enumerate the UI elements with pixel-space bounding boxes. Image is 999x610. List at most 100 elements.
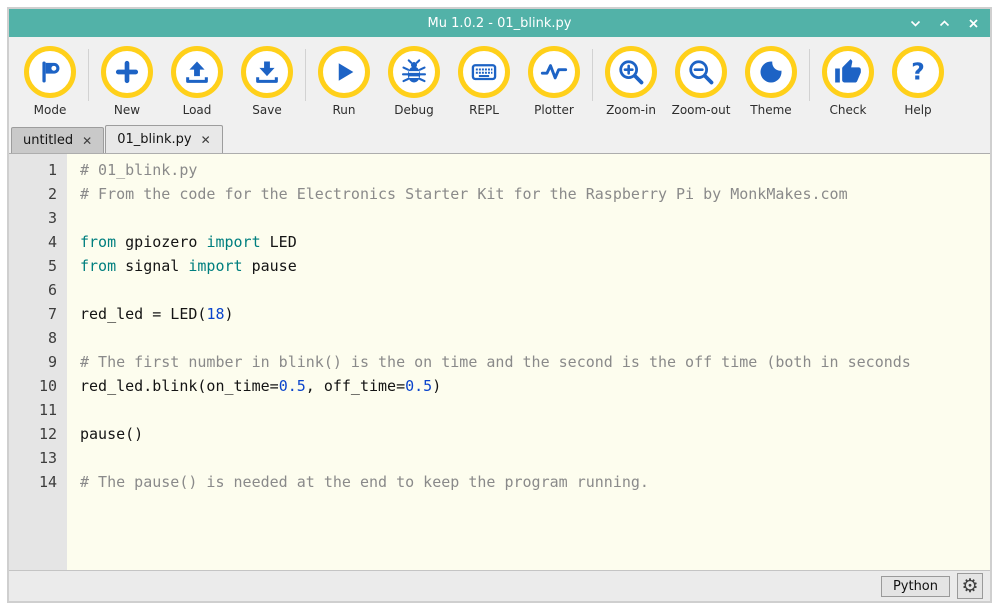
code-line[interactable]: red_led = LED(18) (80, 302, 990, 326)
token-code: , off_time= (306, 377, 405, 395)
keyboard-icon (458, 46, 510, 98)
close-icon (967, 17, 980, 30)
mode-button[interactable]: Mode (15, 46, 85, 117)
token-comment: # The first number in blink() is the on … (80, 353, 911, 371)
token-code: ) (432, 377, 441, 395)
token-number: 0.5 (279, 377, 306, 395)
question-icon: ? (892, 46, 944, 98)
svg-text:?: ? (911, 58, 925, 86)
code-line[interactable] (80, 398, 990, 422)
token-code: pause (243, 257, 297, 275)
token-keyword: from (80, 233, 116, 251)
toolbar-button-label: Mode (34, 103, 67, 117)
code-line[interactable]: pause() (80, 422, 990, 446)
toolbar: Mode New Load Save Run (9, 37, 990, 123)
tab-untitled[interactable]: untitled ✕ (11, 127, 104, 153)
line-number: 13 (9, 446, 57, 470)
code-line[interactable]: # From the code for the Electronics Star… (80, 182, 990, 206)
toolbar-separator (809, 49, 810, 101)
toolbar-button-label: Debug (394, 103, 433, 117)
window-controls (909, 9, 980, 37)
play-icon (318, 46, 370, 98)
toolbar-separator (305, 49, 306, 101)
tab-close-icon[interactable]: ✕ (82, 134, 92, 148)
settings-button[interactable]: ⚙ (957, 573, 983, 599)
toolbar-button-label: Plotter (534, 103, 574, 117)
toolbar-button-label: Save (252, 103, 281, 117)
toolbar-button-label: Theme (750, 103, 791, 117)
tab-close-icon[interactable]: ✕ (201, 133, 211, 147)
maximize-button[interactable] (938, 17, 951, 30)
line-number: 2 (9, 182, 57, 206)
gutter: 1234567891011121314 (9, 154, 67, 570)
token-comment: # From the code for the Electronics Star… (80, 185, 848, 203)
token-comment: # The pause() is needed at the end to ke… (80, 473, 649, 491)
token-comment: # 01_blink.py (80, 161, 197, 179)
zoom-in-icon (605, 46, 657, 98)
token-number: 0.5 (405, 377, 432, 395)
token-keyword: import (188, 257, 242, 275)
code-line[interactable]: from signal import pause (80, 254, 990, 278)
code-line[interactable]: from gpiozero import LED (80, 230, 990, 254)
token-keyword: import (206, 233, 260, 251)
theme-button[interactable]: Theme (736, 46, 806, 117)
code-line[interactable] (80, 278, 990, 302)
code-area[interactable]: # 01_blink.py # From the code for the Ele… (67, 154, 990, 570)
repl-button[interactable]: REPL (449, 46, 519, 117)
token-code: pause() (80, 425, 143, 443)
new-button[interactable]: New (92, 46, 162, 117)
token-code: gpiozero (116, 233, 206, 251)
code-line[interactable]: # 01_blink.py (80, 158, 990, 182)
load-button[interactable]: Load (162, 46, 232, 117)
code-line[interactable]: # The first number in blink() is the on … (80, 350, 990, 374)
moon-icon (745, 46, 797, 98)
debug-button[interactable]: Debug (379, 46, 449, 117)
tab-01-blink-py[interactable]: 01_blink.py ✕ (105, 125, 222, 153)
zoom-out-button[interactable]: Zoom-out (666, 46, 736, 117)
token-code: LED (261, 233, 297, 251)
plotter-button[interactable]: Plotter (519, 46, 589, 117)
toolbar-separator (592, 49, 593, 101)
tab-label: 01_blink.py (117, 132, 191, 147)
line-number: 6 (9, 278, 57, 302)
line-number: 5 (9, 254, 57, 278)
line-number: 12 (9, 422, 57, 446)
run-button[interactable]: Run (309, 46, 379, 117)
save-button[interactable]: Save (232, 46, 302, 117)
code-line[interactable]: # The pause() is needed at the end to ke… (80, 470, 990, 494)
toolbar-button-label: Zoom-in (606, 103, 656, 117)
line-number: 11 (9, 398, 57, 422)
title-bar[interactable]: Mu 1.0.2 - 01_blink.py (9, 9, 990, 37)
token-code: red_led.blink(on_time= (80, 377, 279, 395)
chevron-up-icon (938, 17, 951, 30)
chevron-down-icon (909, 17, 922, 30)
line-number: 4 (9, 230, 57, 254)
waveform-icon (528, 46, 580, 98)
toolbar-button-label: Zoom-out (672, 103, 731, 117)
minimize-button[interactable] (909, 17, 922, 30)
toolbar-button-label: Check (830, 103, 867, 117)
mode-flag-icon (24, 46, 76, 98)
toolbar-button-label: Load (183, 103, 212, 117)
language-mode-badge: Python (881, 576, 950, 597)
code-line[interactable] (80, 446, 990, 470)
code-line[interactable] (80, 326, 990, 350)
line-number: 9 (9, 350, 57, 374)
toolbar-separator (88, 49, 89, 101)
zoom-in-button[interactable]: Zoom-in (596, 46, 666, 117)
close-button[interactable] (967, 17, 980, 30)
line-number: 3 (9, 206, 57, 230)
token-number: 18 (206, 305, 224, 323)
line-number: 7 (9, 302, 57, 326)
code-line[interactable]: red_led.blink(on_time=0.5, off_time=0.5) (80, 374, 990, 398)
window-title: Mu 1.0.2 - 01_blink.py (428, 16, 572, 31)
token-code: ) (225, 305, 234, 323)
plus-icon (101, 46, 153, 98)
code-line[interactable] (80, 206, 990, 230)
check-button[interactable]: Check (813, 46, 883, 117)
upload-tray-icon (171, 46, 223, 98)
toolbar-button-label: Help (904, 103, 931, 117)
status-bar: Python ⚙ (9, 570, 990, 601)
help-button[interactable]: ? Help (883, 46, 953, 117)
download-tray-icon (241, 46, 293, 98)
